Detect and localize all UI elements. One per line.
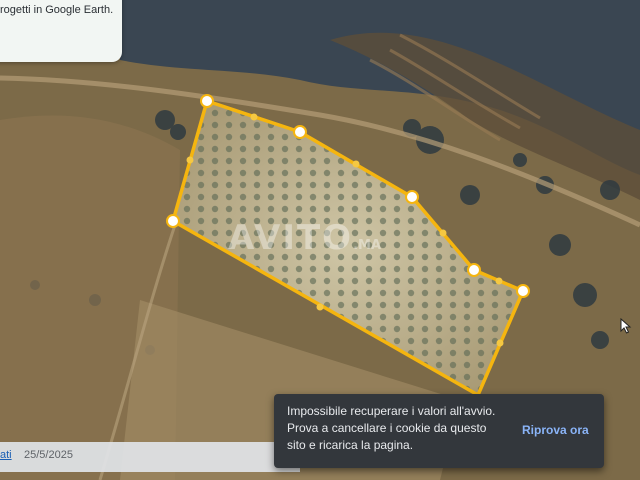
polygon-vertex-handle[interactable]: [516, 284, 530, 298]
info-card: rogetti in Google Earth.: [0, 0, 122, 62]
polygon-midpoint-handle[interactable]: [186, 156, 194, 164]
polygon-midpoint-handle[interactable]: [495, 277, 503, 285]
polygon-midpoint-handle[interactable]: [352, 160, 360, 168]
polygon-midpoint-handle[interactable]: [439, 229, 447, 237]
polygon-vertex-handle[interactable]: [166, 214, 180, 228]
polygon-midpoint-handle[interactable]: [496, 339, 504, 347]
avito-watermark: AVITO.MA: [228, 218, 381, 258]
imagery-date: 25/5/2025: [24, 449, 73, 461]
error-snackbar: Impossibile recuperare i valori all'avvi…: [274, 394, 604, 468]
polygon-vertex-handle[interactable]: [293, 125, 307, 139]
mouse-cursor-icon: [620, 318, 632, 334]
polygon-midpoint-handle[interactable]: [316, 303, 324, 311]
polygon-vertex-handle[interactable]: [467, 263, 481, 277]
info-card-text: rogetti in Google Earth.: [0, 4, 114, 16]
retry-now-button[interactable]: Riprova ora: [522, 423, 589, 437]
footer-credit-link[interactable]: ati: [0, 449, 12, 461]
polygon-vertex-handle[interactable]: [405, 190, 419, 204]
watermark-suffix: .MA: [353, 238, 382, 253]
watermark-text: AVITO: [228, 218, 354, 258]
polygon-midpoint-handle[interactable]: [250, 113, 258, 121]
polygon-vertex-handle[interactable]: [200, 94, 214, 108]
snackbar-message: Impossibile recuperare i valori all'avvi…: [287, 404, 496, 452]
